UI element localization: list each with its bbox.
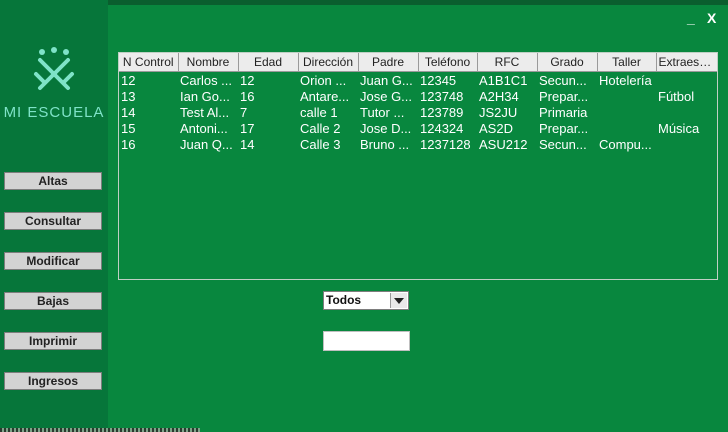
column-header[interactable]: Dirección — [298, 53, 359, 72]
table-header-row: N Control Nombre Edad Dirección Padre Te… — [119, 53, 717, 72]
table-cell: AS2D — [479, 120, 513, 136]
table-cell: Orion ... — [300, 72, 347, 88]
table-cell: Fútbol — [658, 88, 695, 104]
table-row[interactable]: 15 Antoni... 17 Calle 2 Jose D... 124324… — [119, 120, 717, 136]
table-cell: A2H34 — [479, 88, 519, 104]
column-header[interactable]: Grado — [537, 53, 598, 72]
column-header[interactable]: Taller — [597, 53, 657, 72]
table-cell — [597, 88, 656, 104]
table-cell: Test Al... — [180, 104, 230, 120]
chevron-down-icon[interactable] — [390, 293, 407, 308]
top-strip — [0, 0, 728, 5]
bottom-strip — [0, 428, 200, 432]
table-cell: Jose D... — [360, 120, 412, 136]
table-cell: 14 — [240, 136, 255, 152]
table-cell: Bruno ... — [360, 136, 410, 152]
table-cell — [597, 104, 656, 120]
students-table: N Control Nombre Edad Dirección Padre Te… — [119, 53, 717, 152]
table-cell: Secun... — [539, 136, 587, 152]
table-cell — [656, 136, 717, 152]
table-cell: calle 1 — [300, 104, 338, 120]
table-cell: 15 — [121, 120, 136, 136]
table-cell: 12 — [121, 72, 136, 88]
table-cell: Ian Go... — [180, 88, 230, 104]
table-cell: Prepar... — [539, 88, 589, 104]
column-header[interactable]: Extraesc... — [656, 53, 717, 72]
sidebar: MI ESCUELA Altas Consultar Modificar Baj… — [0, 0, 108, 432]
students-table-panel[interactable]: N Control Nombre Edad Dirección Padre Te… — [118, 52, 718, 280]
column-header[interactable]: Edad — [238, 53, 299, 72]
table-row[interactable]: 16 Juan Q... 14 Calle 3 Bruno ... 123712… — [119, 136, 717, 152]
table-row[interactable]: 13 Ian Go... 16 Antare... Jose G... 1237… — [119, 88, 717, 104]
modificar-button[interactable]: Modificar — [4, 252, 102, 270]
table-cell: Calle 3 — [300, 136, 341, 152]
table-cell: Jose G... — [360, 88, 413, 104]
table-cell: 12345 — [420, 72, 457, 88]
table-cell: Compu... — [599, 136, 652, 152]
table-cell: Calle 2 — [300, 120, 341, 136]
table-row[interactable]: 14 Test Al... 7 calle 1 Tutor ... 123789… — [119, 104, 717, 120]
school-logo-icon — [34, 47, 74, 90]
table-cell: JS2JU — [479, 104, 518, 120]
table-cell: A1B1C1 — [479, 72, 528, 88]
table-cell: 16 — [121, 136, 136, 152]
column-header[interactable]: Padre — [358, 53, 419, 72]
table-cell: 124324 — [420, 120, 464, 136]
ingresos-button[interactable]: Ingresos — [4, 372, 102, 390]
table-cell: Juan G... — [360, 72, 413, 88]
table-cell — [656, 72, 717, 89]
table-cell: 123748 — [420, 88, 464, 104]
bajas-button[interactable]: Bajas — [4, 292, 102, 310]
table-cell: 17 — [240, 120, 255, 136]
table-cell: 123789 — [420, 104, 464, 120]
table-cell: Primaria — [539, 104, 588, 120]
column-header[interactable]: Teléfono — [418, 53, 478, 72]
table-cell — [656, 104, 717, 120]
table-cell: Antare... — [300, 88, 350, 104]
table-cell: Prepar... — [539, 120, 589, 136]
column-header[interactable]: N Control — [119, 53, 179, 72]
table-cell: 13 — [121, 88, 136, 104]
logo-text: MI ESCUELA — [3, 104, 105, 121]
table-cell: 1237128 — [420, 136, 471, 152]
column-header[interactable]: Nombre — [178, 53, 239, 72]
table-cell: 14 — [121, 104, 136, 120]
imprimir-button[interactable]: Imprimir — [4, 332, 102, 350]
table-cell: ASU212 — [479, 136, 528, 152]
search-input[interactable] — [323, 331, 410, 351]
table-cell: Música — [658, 120, 700, 136]
close-button[interactable]: X — [707, 10, 716, 26]
filter-selected-value: Todos — [326, 293, 362, 307]
table-cell: Juan Q... — [180, 136, 233, 152]
table-cell — [597, 120, 656, 136]
table-cell: 12 — [240, 72, 255, 88]
table-cell: Carlos ... — [180, 72, 233, 88]
table-cell: Antoni... — [180, 120, 228, 136]
table-cell: Secun... — [539, 72, 587, 88]
table-cell: 7 — [240, 104, 248, 120]
column-header[interactable]: RFC — [477, 53, 538, 72]
consultar-button[interactable]: Consultar — [4, 212, 102, 230]
table-cell: Hotelería — [599, 72, 652, 88]
table-cell: Tutor ... — [360, 104, 405, 120]
filter-dropdown[interactable]: Todos — [323, 291, 409, 310]
table-cell: 16 — [240, 88, 255, 104]
altas-button[interactable]: Altas — [4, 172, 102, 190]
table-row[interactable]: 12 Carlos ... 12 Orion ... Juan G... 123… — [119, 72, 717, 89]
minimize-button[interactable]: _ — [687, 10, 695, 26]
